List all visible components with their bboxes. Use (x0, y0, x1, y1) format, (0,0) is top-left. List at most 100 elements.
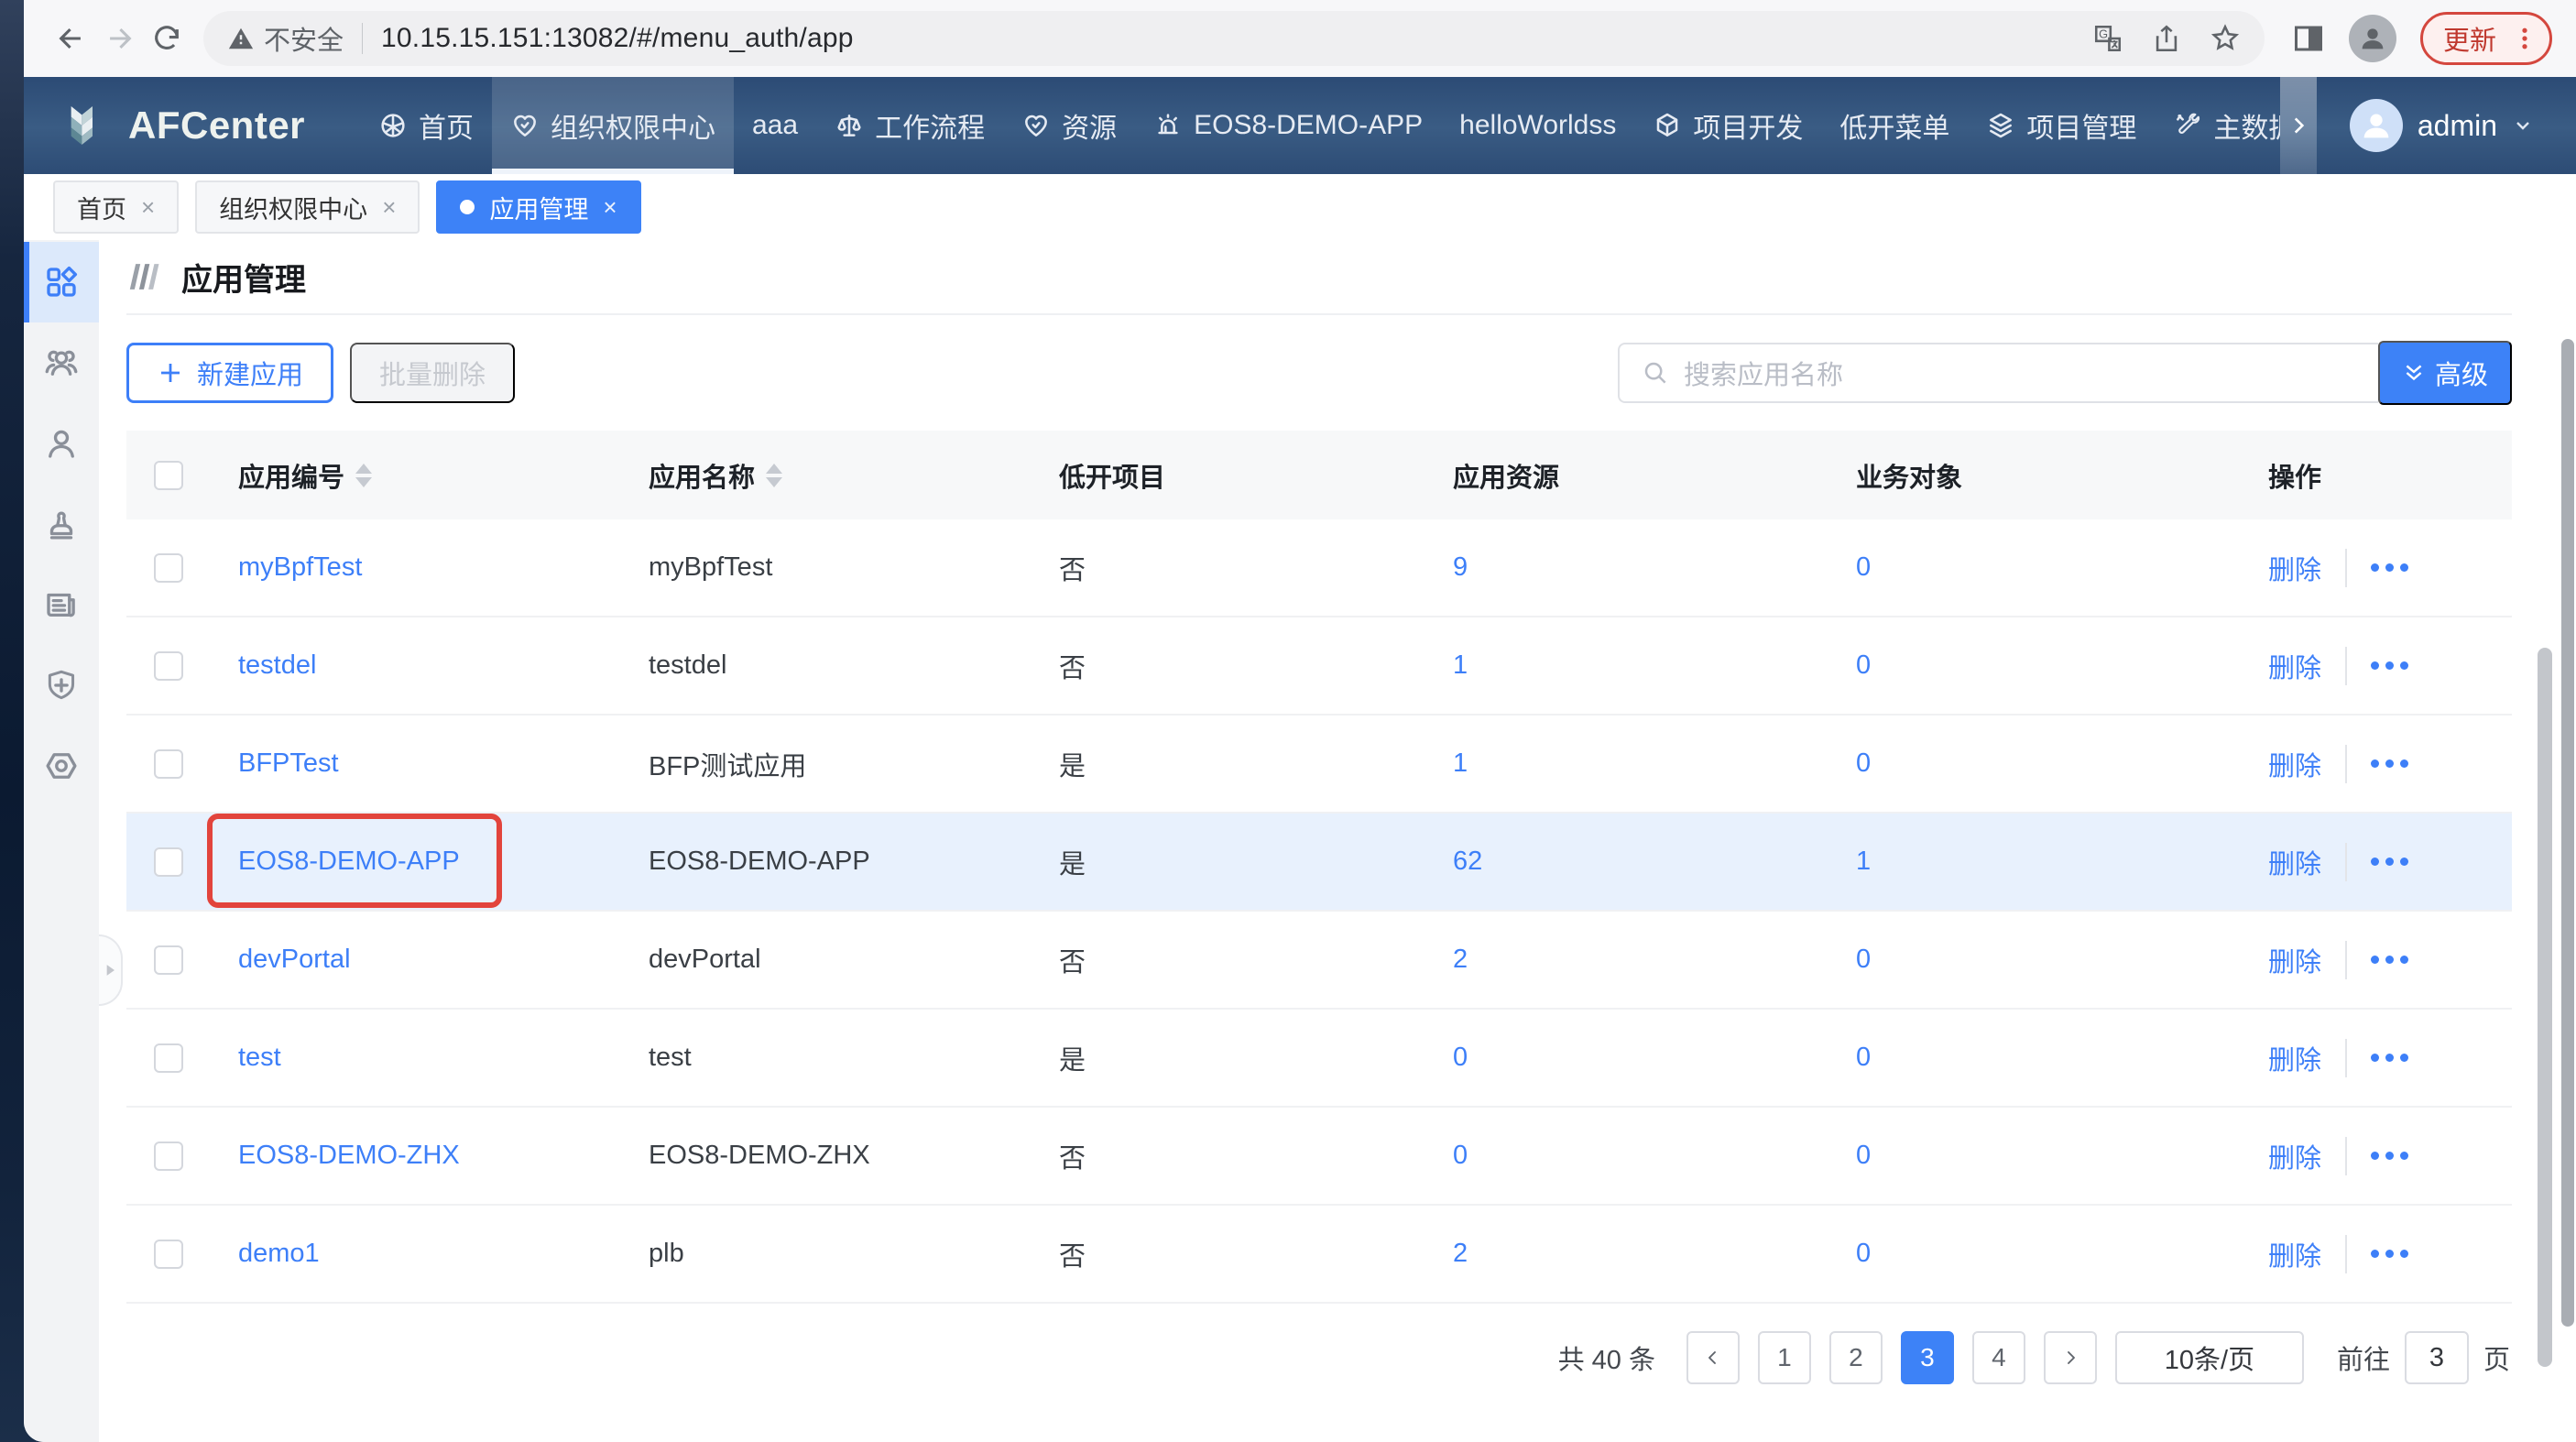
sidebar-item-hex-eye[interactable] (24, 726, 99, 806)
nav-overflow-chevron[interactable] (2280, 77, 2317, 174)
biz-objects-link[interactable]: 0 (1856, 1043, 1871, 1073)
tab-应用管理[interactable]: 应用管理× (436, 180, 640, 234)
delete-link[interactable]: 删除 (2268, 843, 2321, 881)
row-checkbox[interactable] (154, 1142, 183, 1171)
select-all-checkbox[interactable] (154, 461, 183, 490)
row-checkbox[interactable] (154, 1043, 183, 1073)
nav-item-首页[interactable]: 首页 (360, 77, 492, 174)
nav-item-EOS8-DEMO-APP[interactable]: EOS8-DEMO-APP (1135, 77, 1441, 174)
tab-首页[interactable]: 首页× (53, 180, 179, 234)
sidebar-item-user[interactable] (24, 403, 99, 484)
tab-close-icon[interactable]: × (141, 193, 155, 222)
nav-item-工作流程[interactable]: 工作流程 (816, 77, 1003, 174)
nav-item-项目管理[interactable]: 项目管理 (1968, 77, 2155, 174)
goto-page-input[interactable]: 3 (2405, 1331, 2469, 1384)
nav-item-组织权限中心[interactable]: 组织权限中心 (492, 77, 734, 174)
new-app-button[interactable]: 新建应用 (126, 343, 333, 403)
delete-link[interactable]: 删除 (2268, 745, 2321, 783)
app-id-link[interactable]: EOS8-DEMO-APP (238, 847, 460, 876)
search-input[interactable]: 搜索应用名称 (1618, 343, 2378, 403)
app-resources-link[interactable]: 1 (1453, 650, 1468, 681)
app-id-link[interactable]: test (238, 1043, 281, 1072)
row-checkbox[interactable] (154, 651, 183, 681)
more-actions-icon[interactable] (2371, 759, 2408, 768)
app-id-link[interactable]: EOS8-DEMO-ZHX (238, 1141, 460, 1170)
more-actions-icon[interactable] (2371, 956, 2408, 964)
sidebar-item-news-doc[interactable] (24, 564, 99, 645)
delete-link[interactable]: 删除 (2268, 1235, 2321, 1273)
nav-item-低开菜单[interactable]: 低开菜单 (1821, 77, 1968, 174)
sidebar-item-user-group[interactable] (24, 322, 99, 403)
prev-page-button[interactable] (1686, 1331, 1740, 1384)
sort-icon[interactable] (355, 464, 372, 487)
delete-link[interactable]: 删除 (2268, 549, 2321, 587)
browser-menu-icon[interactable] (2511, 25, 2538, 52)
page-button-1[interactable]: 1 (1758, 1331, 1811, 1384)
biz-objects-link[interactable]: 0 (1856, 945, 1871, 975)
page-size-select[interactable]: 10条/页 (2115, 1331, 2304, 1384)
app-resources-link[interactable]: 62 (1453, 847, 1482, 877)
back-button[interactable] (48, 15, 95, 62)
page-button-4[interactable]: 4 (1972, 1331, 2025, 1384)
delete-link[interactable]: 删除 (2268, 647, 2321, 685)
tab-close-icon[interactable]: × (603, 193, 617, 222)
column-header-应用编号[interactable]: 应用编号 (238, 456, 372, 495)
delete-link[interactable]: 删除 (2268, 941, 2321, 979)
user-menu[interactable]: admin (2317, 77, 2576, 174)
row-checkbox[interactable] (154, 847, 183, 877)
nav-item-aaa[interactable]: aaa (734, 77, 816, 174)
translate-icon[interactable]: G (2092, 23, 2123, 54)
app-id-link[interactable]: BFPTest (238, 748, 339, 778)
next-page-button[interactable] (2044, 1331, 2097, 1384)
app-id-link[interactable]: testdel (238, 650, 316, 680)
delete-link[interactable]: 删除 (2268, 1039, 2321, 1077)
tab-close-icon[interactable]: × (382, 193, 396, 222)
sidebar-item-apps-grid[interactable] (24, 242, 99, 322)
app-resources-link[interactable]: 0 (1453, 1043, 1468, 1073)
app-resources-link[interactable]: 2 (1453, 1239, 1468, 1269)
nav-item-项目开发[interactable]: 项目开发 (1634, 77, 1821, 174)
browser-profile-avatar[interactable] (2349, 15, 2396, 62)
page-button-2[interactable]: 2 (1829, 1331, 1883, 1384)
app-id-link[interactable]: devPortal (238, 945, 351, 974)
brand[interactable]: AFCenter (24, 77, 360, 174)
sidebar-item-shield-plus[interactable] (24, 645, 99, 726)
reload-button[interactable] (143, 15, 191, 62)
more-actions-icon[interactable] (2371, 1152, 2408, 1160)
biz-objects-link[interactable]: 0 (1856, 552, 1871, 583)
row-checkbox[interactable] (154, 553, 183, 583)
more-actions-icon[interactable] (2371, 1054, 2408, 1062)
forward-button[interactable] (95, 15, 143, 62)
biz-objects-link[interactable]: 0 (1856, 1239, 1871, 1269)
biz-objects-link[interactable]: 0 (1856, 650, 1871, 681)
advanced-search-button[interactable]: 高级 (2378, 341, 2512, 405)
sort-icon[interactable] (766, 464, 782, 487)
app-resources-link[interactable]: 9 (1453, 552, 1468, 583)
more-actions-icon[interactable] (2371, 661, 2408, 670)
app-resources-link[interactable]: 0 (1453, 1141, 1468, 1171)
sidebar-item-stamp[interactable] (24, 484, 99, 564)
biz-objects-link[interactable]: 1 (1856, 847, 1871, 877)
nav-item-主数据管理[interactable]: 主数据管理 (2155, 77, 2280, 174)
tab-组织权限中心[interactable]: 组织权限中心× (195, 180, 420, 234)
batch-delete-button[interactable]: 批量删除 (350, 343, 515, 403)
address-bar[interactable]: 不安全 10.15.15.151:13082/#/menu_auth/app G (203, 11, 2265, 66)
star-icon[interactable] (2210, 23, 2241, 54)
more-actions-icon[interactable] (2371, 858, 2408, 866)
share-icon[interactable] (2151, 23, 2182, 54)
window-scrollbar-thumb[interactable] (2561, 339, 2574, 1327)
more-actions-icon[interactable] (2371, 563, 2408, 572)
row-checkbox[interactable] (154, 749, 183, 779)
app-resources-link[interactable]: 1 (1453, 748, 1468, 779)
sidebar-panel-icon[interactable] (2292, 22, 2325, 55)
app-id-link[interactable]: demo1 (238, 1239, 320, 1268)
biz-objects-link[interactable]: 0 (1856, 1141, 1871, 1171)
url-text[interactable]: 10.15.15.151:13082/#/menu_auth/app (381, 23, 2092, 54)
app-id-link[interactable]: myBpfTest (238, 552, 362, 582)
row-checkbox[interactable] (154, 945, 183, 975)
nav-item-helloWorldss[interactable]: helloWorldss (1441, 77, 1634, 174)
browser-update-button[interactable]: 更新 (2420, 12, 2552, 65)
more-actions-icon[interactable] (2371, 1250, 2408, 1258)
biz-objects-link[interactable]: 0 (1856, 748, 1871, 779)
nav-item-资源[interactable]: 资源 (1003, 77, 1135, 174)
